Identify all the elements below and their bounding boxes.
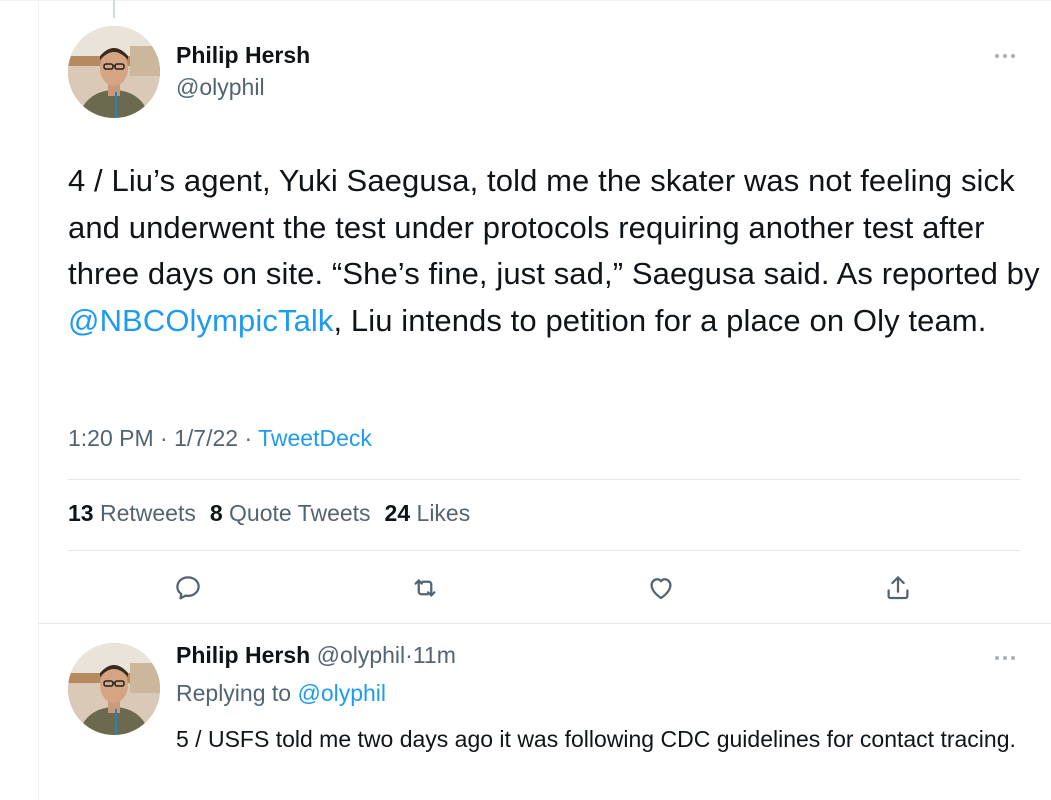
tweet-time[interactable]: 1:20 PM	[68, 425, 154, 451]
top-border	[0, 0, 1051, 1]
reply-separator: ·	[405, 642, 413, 668]
meta-separator: ·	[160, 425, 168, 451]
thread-connector-line	[113, 0, 115, 18]
share-button[interactable]	[878, 568, 918, 608]
reply-author-name[interactable]: Philip Hersh	[176, 642, 310, 668]
tweet-text-part2: , Liu intends to petition for a place on…	[333, 302, 987, 338]
share-icon	[887, 576, 909, 600]
avatar[interactable]	[68, 26, 160, 118]
quotes-count: 8	[209, 500, 223, 526]
quote-tweets-stat[interactable]: 8 Quote Tweets	[210, 500, 371, 527]
retweets-label: Retweets	[99, 500, 196, 526]
retweet-icon	[414, 579, 436, 597]
like-icon	[650, 578, 672, 600]
left-border	[38, 0, 39, 800]
divider	[38, 623, 1051, 624]
avatar-photo	[68, 643, 160, 735]
meta-separator: ·	[244, 425, 253, 451]
reply-author-handle[interactable]: @olyphil	[317, 642, 406, 668]
reply-text: 5 / USFS told me two days ago it was fol…	[176, 726, 1016, 752]
mention-link[interactable]: @NBCOlympicTalk	[68, 303, 334, 338]
retweets-count: 13	[68, 500, 94, 526]
tweet-source[interactable]: TweetDeck	[258, 425, 372, 451]
quotes-label: Quote Tweets	[229, 500, 371, 526]
like-button[interactable]	[641, 568, 681, 608]
tweet-text-part1: 4 / Liu’s agent, Yuki Saegusa, told me t…	[68, 163, 1040, 291]
replying-to: Replying to @olyphil	[176, 680, 386, 707]
reply-button[interactable]	[168, 568, 208, 608]
author-handle[interactable]: @olyphil	[176, 74, 265, 101]
author-name[interactable]: Philip Hersh	[176, 42, 310, 69]
retweet-button[interactable]	[405, 568, 445, 608]
avatar-photo	[68, 26, 160, 118]
likes-stat[interactable]: 24 Likes	[385, 500, 471, 527]
divider	[68, 550, 1020, 551]
reply-age[interactable]: 11m	[413, 642, 456, 668]
reply-header: Philip Hersh @olyphil·11m	[176, 642, 456, 669]
reply-icon	[176, 576, 200, 600]
tweet-text: 4 / Liu’s agent, Yuki Saegusa, told me t…	[68, 158, 1043, 344]
more-options-icon[interactable]	[990, 652, 1020, 664]
reply-avatar[interactable]	[68, 643, 160, 735]
replying-to-handle[interactable]: @olyphil	[297, 680, 386, 706]
more-options-icon[interactable]	[990, 50, 1020, 62]
retweets-stat[interactable]: 13 Retweets	[68, 500, 196, 527]
divider	[68, 479, 1020, 480]
replying-to-label: Replying to	[176, 680, 292, 706]
likes-count: 24	[384, 500, 411, 526]
likes-label: Likes	[416, 500, 471, 526]
tweet-meta: 1:20 PM · 1/7/22 · TweetDeck	[68, 425, 372, 452]
tweet-date[interactable]: 1/7/22	[174, 425, 238, 451]
tweet-stats: 13 Retweets 8 Quote Tweets 24 Likes	[68, 500, 470, 527]
